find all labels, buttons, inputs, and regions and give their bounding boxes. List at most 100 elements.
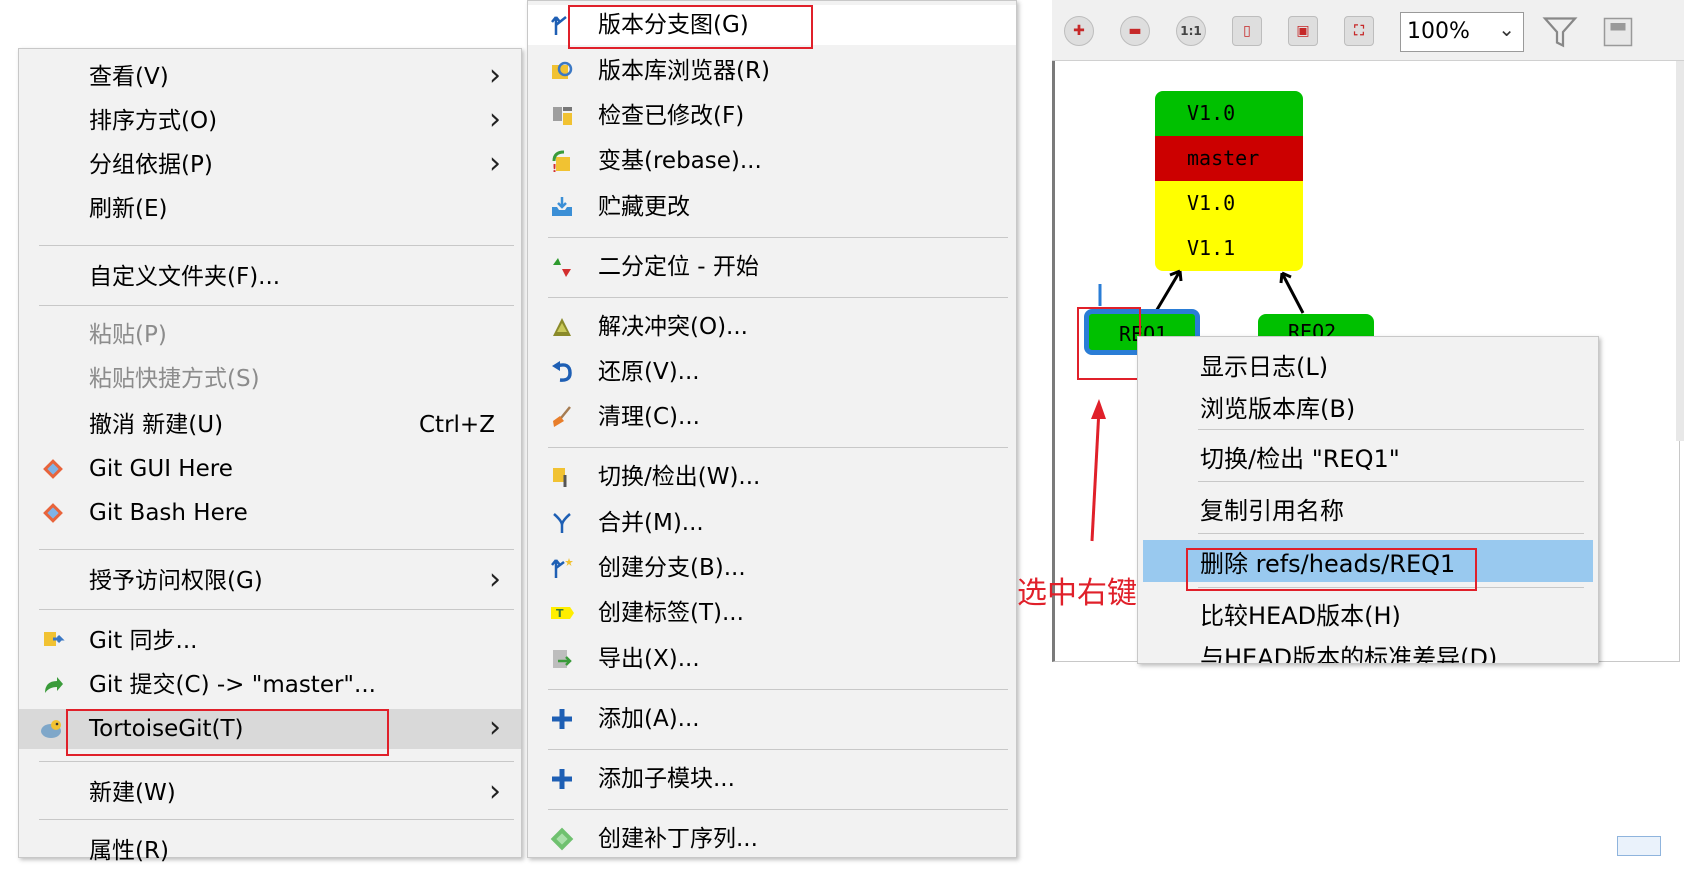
- menu-separator: [39, 609, 514, 610]
- chevron-right-icon: ›: [489, 146, 501, 181]
- menu-item-grant-access[interactable]: 授予访问权限(G) ›: [19, 561, 521, 601]
- menu-item-rebase[interactable]: ! 变基(rebase)...: [528, 141, 1016, 181]
- menu-item-switch-req1[interactable]: 切换/检出 "REQ1": [1200, 439, 1400, 474]
- fit-width-icon[interactable]: ▣: [1288, 16, 1318, 46]
- menu-item-unified-diff-head[interactable]: 与HEAD版本的标准差异(D): [1200, 638, 1497, 663]
- menu-item-git-commit[interactable]: Git 提交(C) -> "master"...: [19, 665, 521, 705]
- tag-icon: T: [551, 607, 574, 620]
- chevron-right-icon: ›: [489, 710, 501, 745]
- chevron-right-icon: ›: [489, 774, 501, 809]
- switch-icon: [553, 468, 567, 487]
- menu-separator: [39, 305, 514, 306]
- menu-item-refresh[interactable]: 刷新(E): [19, 189, 521, 229]
- menu-item-repo-browser[interactable]: 版本库浏览器(R): [528, 51, 1016, 91]
- menu-separator: [548, 689, 1008, 690]
- chevron-down-icon: ⌄: [1498, 17, 1515, 41]
- menu-item-switch-checkout[interactable]: 切换/检出(W)...: [528, 457, 1016, 497]
- annotation-text: 选中右键: [1017, 576, 1137, 611]
- fit-height-icon[interactable]: ▯: [1232, 16, 1262, 46]
- status-widget-icon: [1617, 836, 1661, 856]
- menu-item-bisect-start[interactable]: 二分定位 - 开始: [528, 247, 1016, 287]
- filter-icon[interactable]: [1542, 14, 1578, 50]
- menu-separator: [548, 447, 1008, 448]
- export-icon: [553, 650, 572, 668]
- menu-separator: [39, 819, 514, 820]
- menu-separator: [548, 809, 1008, 810]
- graph-context-menu: 显示日志(L) 浏览版本库(B) 切换/检出 "REQ1" 复制引用名称 删除 …: [1137, 336, 1599, 664]
- chevron-right-icon: ›: [489, 562, 501, 597]
- menu-item-create-patch-serial[interactable]: 创建补丁序列...: [528, 819, 1016, 859]
- menu-item-copy-ref-name[interactable]: 复制引用名称: [1200, 491, 1344, 526]
- menu-item-revert[interactable]: 还原(V)...: [528, 352, 1016, 392]
- scrollbar-track[interactable]: [1676, 61, 1684, 441]
- graph-toolbar: ✚ ▬ 1:1 ▯ ▣ ⛶ 100% ⌄: [1052, 0, 1684, 61]
- menu-item-browse-repo[interactable]: 浏览版本库(B): [1200, 389, 1355, 424]
- zoom-in-icon[interactable]: ✚: [1064, 16, 1094, 46]
- stash-icon: [552, 197, 572, 216]
- menu-separator: [548, 749, 1008, 750]
- broom-icon: [553, 406, 571, 427]
- menu-item-new[interactable]: 新建(W) ›: [19, 773, 521, 813]
- menu-item-paste-shortcut: 粘贴快捷方式(S): [89, 366, 260, 392]
- branch-icon: [551, 558, 573, 578]
- menu-separator: [39, 549, 514, 550]
- git-logo-icon: [43, 459, 63, 479]
- menu-item-git-sync[interactable]: Git 同步...: [19, 621, 521, 661]
- svg-text:!: !: [552, 162, 557, 173]
- bisect-icon: [553, 258, 571, 277]
- git-logo-icon: [43, 503, 63, 523]
- annotation-box-delete-ref: [1186, 548, 1477, 591]
- menu-item-export[interactable]: 导出(X)...: [528, 639, 1016, 679]
- menu-separator: [548, 297, 1008, 298]
- menu-item-cleanup[interactable]: 清理(C)...: [528, 397, 1016, 437]
- chevron-right-icon: ›: [489, 102, 501, 137]
- menu-item-resolve-conflicts[interactable]: 解决冲突(O)...: [528, 307, 1016, 347]
- menu-item-git-bash-here[interactable]: Git Bash Here: [19, 493, 521, 533]
- menu-item-view[interactable]: 查看(V) ›: [19, 57, 521, 97]
- plus-icon: [552, 709, 572, 729]
- menu-separator: [1198, 429, 1584, 430]
- toolbar-extra-icon[interactable]: [1600, 14, 1636, 50]
- menu-item-group-by[interactable]: 分组依据(P) ›: [19, 145, 521, 185]
- chevron-right-icon: ›: [489, 58, 501, 93]
- menu-item-properties[interactable]: 属性(R): [19, 831, 521, 871]
- zoom-reset-icon[interactable]: 1:1: [1176, 16, 1206, 46]
- menu-item-stash[interactable]: 贮藏更改: [528, 187, 1016, 227]
- repo-browser-icon: [552, 61, 573, 79]
- check-modifications-icon: [553, 107, 572, 125]
- rebase-icon: !: [552, 150, 570, 173]
- menu-item-sort-by[interactable]: 排序方式(O) ›: [19, 101, 521, 141]
- annotation-box-revision-graph: [568, 5, 813, 49]
- merge-icon: [553, 513, 571, 533]
- menu-item-add-submodule[interactable]: 添加子模块...: [528, 759, 1016, 799]
- menu-separator: [39, 761, 514, 762]
- zoom-out-icon[interactable]: ▬: [1120, 16, 1150, 46]
- menu-item-undo-new[interactable]: 撤消 新建(U) Ctrl+Z: [19, 405, 521, 445]
- git-sync-icon: [44, 632, 65, 646]
- annotation-box-tortoisegit: [66, 709, 389, 756]
- menu-separator: [548, 237, 1008, 238]
- menu-separator: [39, 245, 514, 246]
- plus-icon: [552, 769, 572, 789]
- menu-item-git-gui-here[interactable]: Git GUI Here: [19, 449, 521, 489]
- menu-item-paste: 粘贴(P): [89, 322, 167, 348]
- menu-item-show-log[interactable]: 显示日志(L): [1200, 347, 1328, 382]
- svg-text:T: T: [556, 607, 564, 620]
- annotation-box-req1: [1077, 307, 1141, 380]
- menu-item-customize-folder[interactable]: 自定义文件夹(F)...: [19, 257, 521, 297]
- menu-item-check-modifications[interactable]: 检查已修改(F): [528, 96, 1016, 136]
- resolve-icon: [553, 318, 571, 336]
- tortoisegit-icon: [41, 720, 61, 738]
- menu-item-diff-head[interactable]: 比较HEAD版本(H): [1200, 596, 1401, 631]
- patch-icon: [550, 827, 574, 851]
- revert-icon: [552, 361, 572, 382]
- annotation-arrow: [1090, 399, 1106, 542]
- tortoisegit-submenu: 版本分支图(G) 版本库浏览器(R) 检查已修改(F) ! 变基(rebase)…: [527, 0, 1017, 858]
- menu-item-create-branch[interactable]: 创建分支(B)...: [528, 548, 1016, 588]
- menu-item-create-tag[interactable]: T 创建标签(T)...: [528, 593, 1016, 633]
- menu-item-merge[interactable]: 合并(M)...: [528, 503, 1016, 543]
- fit-window-icon[interactable]: ⛶: [1344, 16, 1374, 46]
- zoom-select[interactable]: 100% ⌄: [1400, 12, 1524, 52]
- menu-item-add[interactable]: 添加(A)...: [528, 699, 1016, 739]
- commit-arrow-icon: [45, 677, 63, 693]
